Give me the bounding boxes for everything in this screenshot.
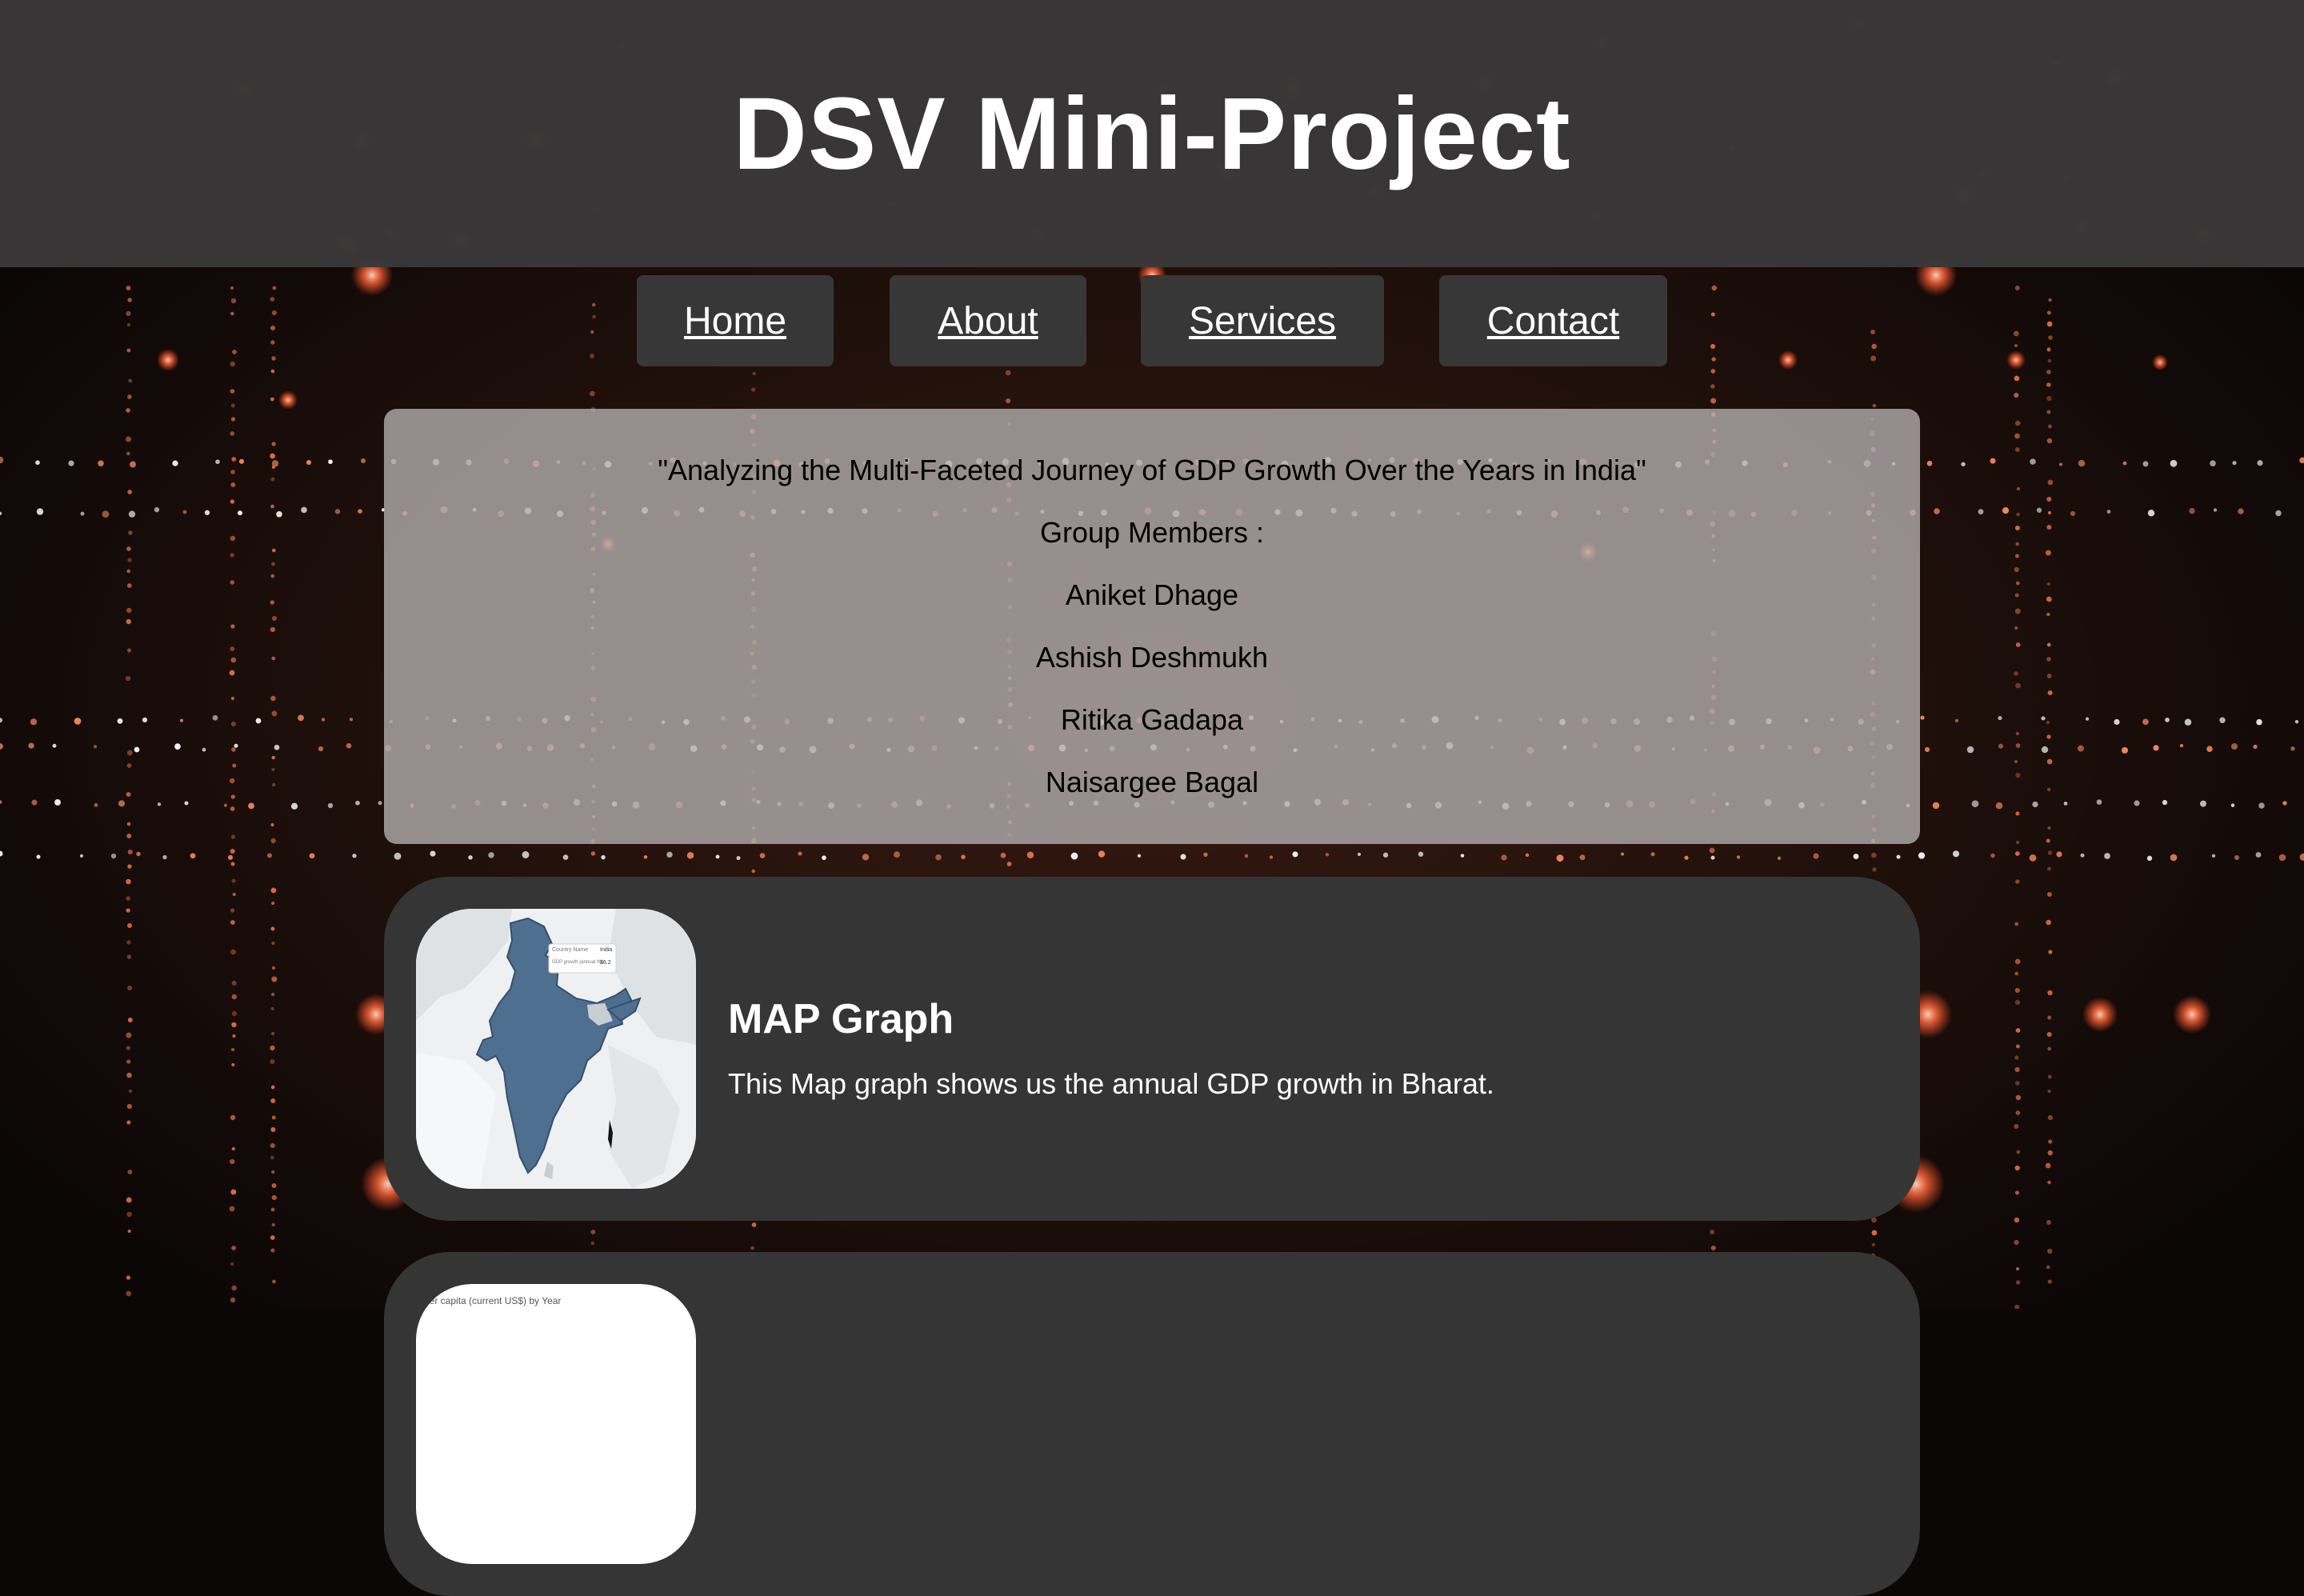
chart-thumbnail[interactable]: per capita (current US$) by Year bbox=[416, 1284, 696, 1564]
member-name: Naisargee Bagal bbox=[1045, 766, 1259, 798]
page-title: DSV Mini-Project bbox=[733, 76, 1571, 191]
map-tooltip-metric: GDP growth (annual %) bbox=[552, 960, 603, 965]
nav-services-link[interactable]: Services bbox=[1141, 275, 1384, 366]
nav-contact-link[interactable]: Contact bbox=[1439, 275, 1667, 366]
map-graph-thumbnail[interactable]: Country Name India GDP growth (annual %)… bbox=[416, 909, 696, 1189]
map-tooltip-value: $6.2 bbox=[600, 960, 611, 966]
project-title: "Analyzing the Multi-Faceted Journey of … bbox=[658, 454, 1646, 486]
card-title: MAP Graph bbox=[728, 996, 954, 1042]
gdp-per-capita-card[interactable]: per capita (current US$) by Year bbox=[384, 1252, 1920, 1596]
chart-thumbnail-label: per capita (current US$) by Year bbox=[424, 1295, 562, 1306]
member-name: Aniket Dhage bbox=[1065, 578, 1239, 611]
main-nav: Home About Services Contact bbox=[0, 275, 2304, 368]
nav-home-link[interactable]: Home bbox=[637, 275, 834, 366]
members-heading: Group Members : bbox=[1039, 516, 1265, 549]
map-tooltip-country: India bbox=[600, 947, 613, 953]
member-name: Ashish Deshmukh bbox=[1035, 641, 1269, 674]
card-description: This Map graph shows us the annual GDP g… bbox=[728, 1067, 1494, 1100]
member-name: Ritika Gadapa bbox=[1060, 703, 1244, 736]
map-tooltip-label: Country Name bbox=[552, 947, 589, 953]
map-graph-card[interactable]: Country Name India GDP growth (annual %)… bbox=[384, 877, 1920, 1221]
site-header: DSV Mini-Project bbox=[0, 0, 2304, 267]
project-info-panel: "Analyzing the Multi-Faceted Journey of … bbox=[384, 409, 1920, 844]
nav-about-link[interactable]: About bbox=[890, 275, 1086, 366]
